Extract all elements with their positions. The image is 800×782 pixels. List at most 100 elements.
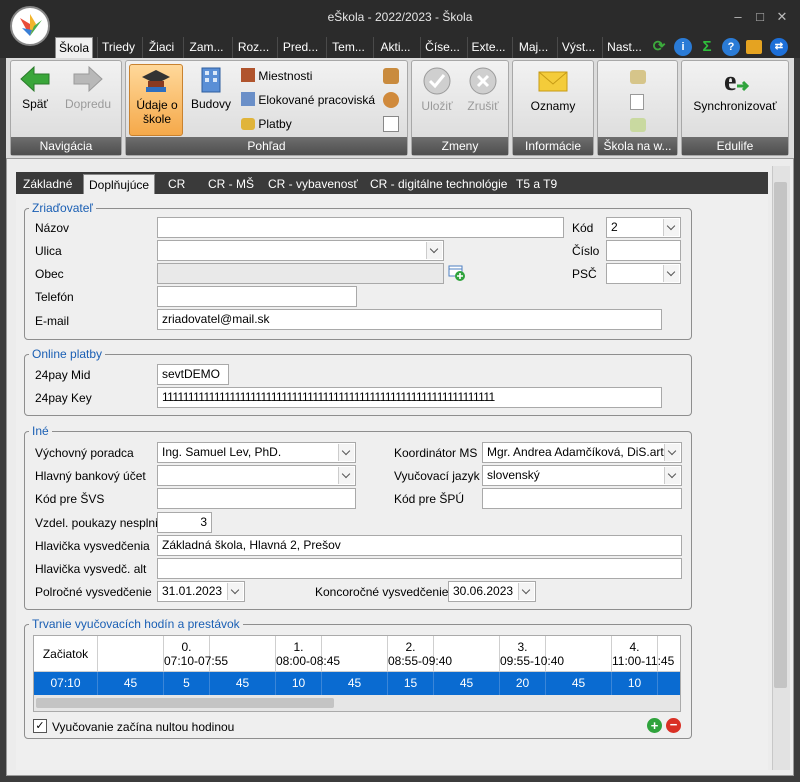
grid-cell[interactable]: 10 (276, 672, 322, 695)
telefon-input[interactable] (157, 286, 357, 307)
minimize-button[interactable]: – (728, 8, 748, 26)
teamviewer-icon[interactable]: ⇄ (770, 38, 788, 56)
add-municipality-icon[interactable] (448, 264, 466, 282)
school-data-button[interactable]: Údaje o škole (129, 64, 183, 136)
tab-zamestnanci[interactable]: Zam... (183, 37, 229, 58)
back-button[interactable]: Späť (14, 64, 56, 124)
poradca-value: Ing. Samuel Lev, PhD. (162, 445, 282, 459)
subtab-cr-ms[interactable]: CR - MŠ (203, 174, 259, 194)
remove-period-icon[interactable]: − (666, 718, 681, 733)
save-button[interactable]: Uložiť (415, 66, 459, 126)
users-icon[interactable] (383, 68, 399, 84)
web-page-icon[interactable] (630, 94, 644, 110)
grid-cell[interactable]: 07:10 (34, 672, 98, 695)
web-album-icon[interactable] (630, 118, 646, 132)
display-icon[interactable] (746, 40, 762, 54)
announcements-button[interactable]: Oznamy (518, 66, 588, 126)
chevron-down-icon[interactable] (518, 583, 534, 600)
obec-input[interactable] (157, 263, 444, 284)
subtab-cr-digitalne[interactable]: CR - digitálne technológie (365, 174, 512, 194)
edit-document-icon[interactable] (383, 116, 399, 132)
cislo-input[interactable] (606, 240, 681, 261)
tab-externe[interactable]: Exte... (467, 37, 509, 58)
subtab-t5-t9[interactable]: T5 a T9 (511, 174, 562, 194)
horizontal-scrollbar[interactable] (34, 695, 680, 711)
tab-ziaci[interactable]: Žiaci (142, 37, 180, 58)
tab-ciselniky[interactable]: Číse... (420, 37, 464, 58)
forward-button[interactable]: Dopredu (60, 64, 116, 124)
tab-rozvrh[interactable]: Roz... (232, 37, 274, 58)
grid-cell[interactable]: 45 (434, 672, 500, 695)
grid-cell[interactable]: 10 (612, 672, 658, 695)
rooms-button[interactable]: Miestnosti (241, 67, 312, 85)
info-icon[interactable]: i (674, 38, 692, 56)
hlavicka-input[interactable]: Základná škola, Hlavná 2, Prešov (157, 535, 682, 556)
person-icon[interactable] (383, 92, 399, 108)
tab-aktivity[interactable]: Akti... (373, 37, 417, 58)
close-button[interactable]: ✕ (772, 8, 792, 26)
cancel-button[interactable]: Zrušiť (461, 66, 505, 126)
ucet-dropdown[interactable] (157, 465, 356, 486)
detached-workplaces-button[interactable]: Elokované pracoviská (241, 91, 375, 109)
subtab-cr[interactable]: CR (163, 174, 190, 194)
chevron-down-icon[interactable] (664, 467, 680, 484)
spu-input[interactable] (482, 488, 682, 509)
grid-cell[interactable]: 15 (388, 672, 434, 695)
svs-input[interactable] (157, 488, 356, 509)
help-icon[interactable]: ? (722, 38, 740, 56)
key-input[interactable]: 1111111111111111111111111111111111111111… (157, 387, 662, 408)
chevron-down-icon[interactable] (338, 467, 354, 484)
grid-cell[interactable] (658, 672, 680, 695)
tab-predmety[interactable]: Pred... (277, 37, 323, 58)
grid-selected-row[interactable]: 07:10 45 5 45 10 45 15 45 20 45 10 (34, 672, 680, 695)
subtab-doplnujuce[interactable]: Doplňujúce (83, 174, 156, 194)
ulica-dropdown[interactable] (157, 240, 444, 261)
tab-temy[interactable]: Tem... (326, 37, 370, 58)
sync-button[interactable]: e Synchronizovať (685, 66, 785, 126)
tab-skola[interactable]: Škola (55, 37, 93, 58)
payments-button[interactable]: Platby (241, 115, 292, 133)
tab-nastavenia[interactable]: Nast... (602, 37, 646, 58)
grid-cell[interactable]: 20 (500, 672, 546, 695)
polrocne-date[interactable]: 31.01.2023 (157, 581, 245, 602)
mid-input[interactable]: sevtDEMO (157, 364, 229, 385)
cislo-label: Číslo (572, 244, 600, 258)
koncorocne-date[interactable]: 30.06.2023 (448, 581, 536, 602)
kod-dropdown[interactable]: 2 (606, 217, 681, 238)
koordinator-dropdown[interactable]: Mgr. Andrea Adamčíková, DiS.art (482, 442, 682, 463)
grid-cell[interactable]: 45 (210, 672, 276, 695)
chevron-down-icon[interactable] (338, 444, 354, 461)
chevron-down-icon[interactable] (227, 583, 243, 600)
network-icon (241, 92, 255, 106)
web-gallery-icon[interactable] (630, 70, 646, 84)
sigma-icon[interactable]: Σ (698, 38, 716, 56)
grid-cell[interactable]: 5 (164, 672, 210, 695)
refresh-icon[interactable]: ⟳ (650, 38, 668, 56)
poukazy-input[interactable]: 3 (157, 512, 212, 533)
psc-dropdown[interactable] (606, 263, 681, 284)
tab-vystupy[interactable]: Výst... (557, 37, 599, 58)
scrollbar-thumb[interactable] (774, 182, 787, 688)
poradca-dropdown[interactable]: Ing. Samuel Lev, PhD. (157, 442, 356, 463)
hlavicka-alt-input[interactable] (157, 558, 682, 579)
email-input[interactable]: zriadovatel@mail.sk (157, 309, 662, 330)
chevron-down-icon[interactable] (663, 265, 679, 282)
grid-cell[interactable]: 45 (546, 672, 612, 695)
grid-cell[interactable]: 45 (322, 672, 388, 695)
chevron-down-icon[interactable] (663, 219, 679, 236)
tab-majetok[interactable]: Maj... (512, 37, 554, 58)
chevron-down-icon[interactable] (426, 242, 442, 259)
chevron-down-icon[interactable] (664, 444, 680, 461)
tab-triedy[interactable]: Triedy (97, 37, 139, 58)
nulta-checkbox[interactable]: ✓ (33, 719, 47, 733)
buildings-button[interactable]: Budovy (187, 64, 235, 124)
subtab-zakladne[interactable]: Základné (18, 174, 77, 194)
add-period-icon[interactable]: + (647, 718, 662, 733)
grid-cell[interactable]: 45 (98, 672, 164, 695)
hscroll-thumb[interactable] (36, 698, 334, 708)
maximize-button[interactable]: □ (750, 8, 770, 26)
app-logo[interactable] (10, 6, 50, 46)
jazyk-dropdown[interactable]: slovenský (482, 465, 682, 486)
subtab-cr-vybavenost[interactable]: CR - vybavenosť (263, 174, 363, 194)
nazov-input[interactable] (157, 217, 564, 238)
